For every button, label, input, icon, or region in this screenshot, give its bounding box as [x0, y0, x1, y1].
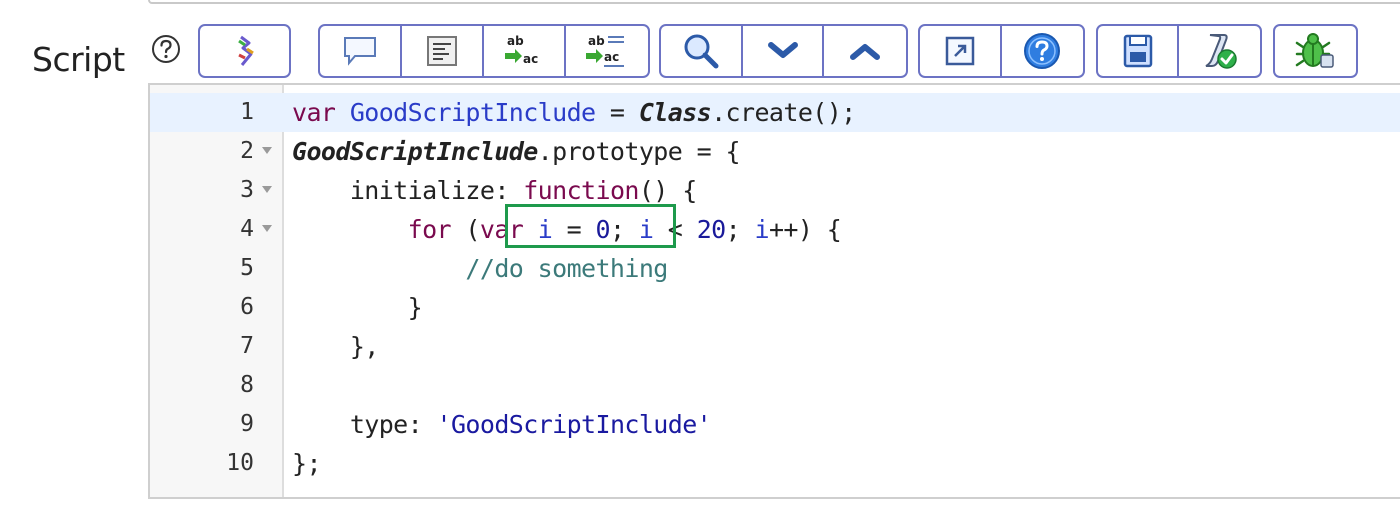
format-code-button[interactable]	[402, 26, 484, 76]
line-number: 8	[240, 372, 254, 398]
replace-button[interactable]: ab ac	[484, 26, 566, 76]
code-text: }	[407, 293, 423, 322]
svg-text:ac: ac	[604, 50, 619, 64]
toolbar-group-view	[918, 24, 1085, 78]
comment-icon	[344, 37, 376, 66]
code-line[interactable]: 3 initialize: function() {	[150, 171, 1400, 210]
code-line[interactable]: 9 type: 'GoodScriptInclude'	[150, 405, 1400, 444]
code-line[interactable]: 1 var GoodScriptInclude = Class.create()…	[150, 93, 1400, 132]
toolbar-group-syntax	[198, 24, 291, 78]
search-icon	[684, 34, 719, 69]
code-line[interactable]: 6 }	[150, 288, 1400, 327]
code-text: var GoodScriptInclude = Class.create();	[292, 98, 856, 127]
code-text: },	[349, 332, 380, 361]
replace-all-button[interactable]: ab ac	[566, 26, 648, 76]
line-number: 7	[240, 333, 254, 359]
syntax-check-icon	[237, 35, 254, 66]
line-number: 10	[226, 450, 254, 476]
line-number: 9	[240, 411, 254, 437]
code-text: };	[292, 449, 322, 478]
comment-button[interactable]	[320, 26, 402, 76]
code-text: //do something	[465, 254, 668, 283]
line-number: 2	[240, 138, 254, 164]
debug-button[interactable]	[1275, 26, 1356, 76]
svg-text:ab: ab	[588, 34, 605, 48]
fold-arrow-icon[interactable]	[262, 225, 272, 232]
chevron-up-icon	[850, 44, 881, 60]
code-line[interactable]: 10 };	[150, 444, 1400, 483]
toolbar-group-search	[659, 24, 908, 78]
line-number: 4	[240, 216, 254, 242]
svg-text:ac: ac	[523, 52, 538, 66]
script-validate-button[interactable]	[1179, 26, 1260, 76]
editor-help-button[interactable]	[1002, 26, 1083, 76]
fullscreen-button[interactable]	[920, 26, 1002, 76]
format-code-icon	[427, 36, 457, 66]
code-line[interactable]: 4 for (var i = 0; i < 20; i++) {	[150, 210, 1400, 249]
code-line[interactable]: 7 },	[150, 327, 1400, 366]
save-button[interactable]	[1098, 26, 1180, 76]
line-number: 3	[240, 177, 254, 203]
script-code-editor[interactable]: 1 var GoodScriptInclude = Class.create()…	[148, 83, 1400, 499]
fold-arrow-icon[interactable]	[262, 147, 272, 154]
toolbar-group-save	[1096, 24, 1262, 78]
line-number: 6	[240, 294, 254, 320]
script-field-label: Script	[32, 40, 125, 79]
script-validate-icon	[1205, 34, 1237, 69]
find-previous-button[interactable]	[824, 26, 906, 76]
field-help-icon[interactable]	[150, 33, 182, 65]
code-text: GoodScriptInclude.prototype = {	[292, 137, 741, 166]
code-text: for (var i = 0; i < 20; i++) {	[407, 215, 842, 244]
code-text: type: 'GoodScriptInclude'	[349, 410, 712, 439]
line-number: 5	[240, 255, 254, 281]
replace-icon: ab ac	[505, 34, 538, 66]
previous-field-input[interactable]	[148, 0, 1400, 4]
fullscreen-icon	[945, 36, 974, 66]
help-icon	[1024, 33, 1061, 69]
code-line[interactable]: 5 //do something	[150, 249, 1400, 288]
fold-arrow-icon[interactable]	[262, 186, 272, 193]
chevron-down-icon	[767, 42, 798, 58]
code-text: initialize: function() {	[349, 176, 697, 205]
toolbar-group-edit: ab ac ab ac	[318, 24, 650, 78]
line-number: 1	[240, 99, 254, 125]
replace-all-icon: ab ac	[585, 34, 624, 67]
toolbar-group-debug	[1273, 24, 1358, 78]
code-line[interactable]: 8	[150, 366, 1400, 405]
svg-text:ab: ab	[507, 34, 524, 48]
syntax-check-button[interactable]	[200, 26, 289, 76]
code-line[interactable]: 2 GoodScriptInclude.prototype = {	[150, 132, 1400, 171]
save-icon	[1123, 34, 1152, 68]
search-button[interactable]	[661, 26, 743, 76]
debug-icon	[1295, 33, 1334, 68]
find-next-button[interactable]	[743, 26, 825, 76]
